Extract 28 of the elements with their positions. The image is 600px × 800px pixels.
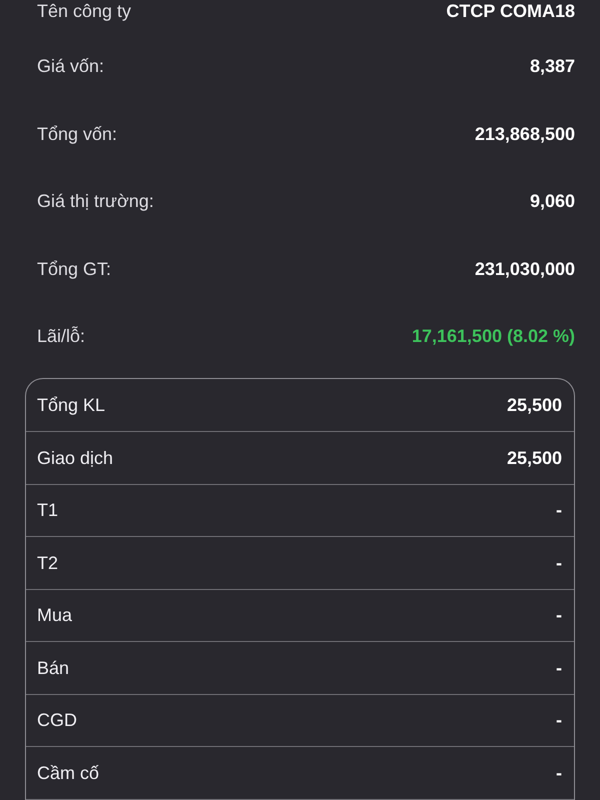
field-label: Tổng GT: [37, 258, 112, 280]
table-label: Mua [37, 604, 72, 627]
table-value: - [556, 552, 562, 574]
table-label: T1 [37, 499, 58, 522]
table-value: - [556, 656, 562, 680]
field-value: 9,060 [530, 190, 575, 212]
field-label: Giá thị trường: [37, 190, 154, 212]
table-value: - [556, 604, 562, 627]
field-label: Giá vốn: [37, 55, 104, 77]
field-label: Tên công ty [37, 0, 132, 22]
table-label: Cầm cố [37, 762, 100, 784]
table-value: 25,500 [506, 394, 562, 416]
table-label: T2 [37, 552, 58, 574]
table-label: Bán [37, 656, 70, 680]
field-value: CTCP COMA18 [446, 0, 575, 22]
table-label: Tổng KL [37, 394, 106, 417]
field-value: 17,161,500 (8.02 %) [412, 325, 575, 347]
table-value: - [556, 709, 562, 732]
table-label: CGD [37, 709, 77, 732]
field-label: Lãi/lỗ: [37, 325, 86, 347]
field-label: Tổng vốn: [37, 122, 118, 144]
field-value: 231,030,000 [474, 258, 575, 280]
table-value: 25,500 [506, 446, 562, 470]
table-value: - [556, 762, 562, 784]
table-label: Giao dịch [37, 446, 114, 470]
field-value: 213,868,500 [474, 122, 575, 144]
table-value: - [556, 499, 562, 522]
field-value: 8,387 [530, 55, 575, 77]
